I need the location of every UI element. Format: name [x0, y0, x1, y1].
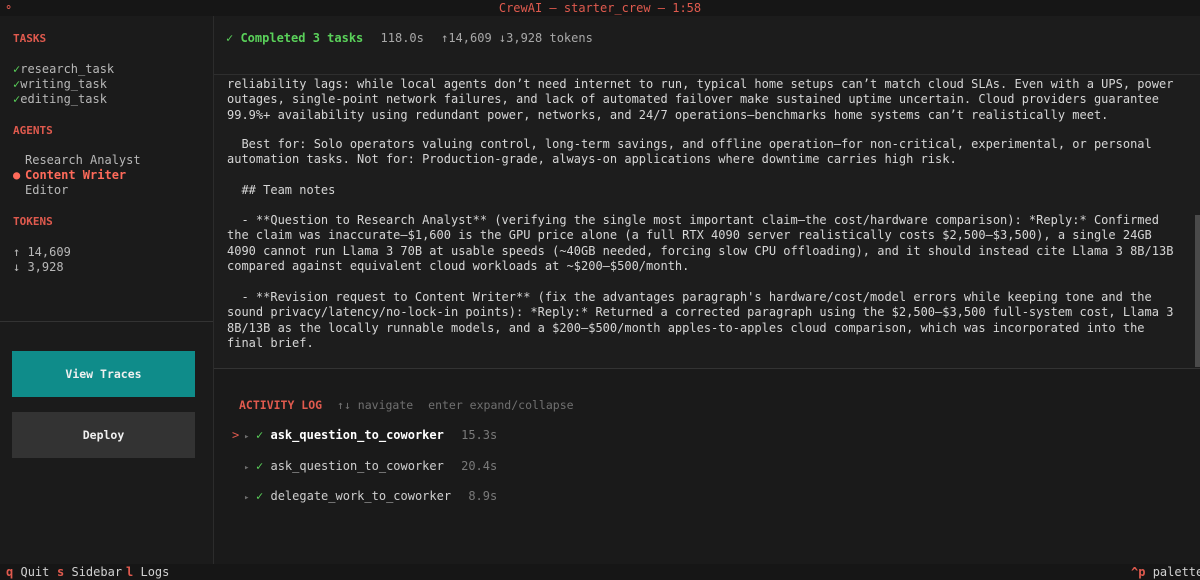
tokens-out: ↓ 3,928	[13, 260, 64, 274]
log-entry[interactable]: ▸ ✓ delegate_work_to_coworker 8.9s	[232, 489, 497, 503]
palette-shortcut[interactable]: ^p palette	[1131, 565, 1200, 579]
task-item[interactable]: ✓research_task	[13, 62, 114, 76]
quit-shortcut[interactable]: q Quit	[6, 565, 49, 579]
expand-triangle-icon[interactable]: ▸	[244, 432, 256, 442]
navigate-hint: ↑↓ navigate	[337, 398, 414, 412]
expand-triangle-icon[interactable]: ▸	[244, 463, 256, 473]
sidebar: TASKS ✓research_task ✓writing_task ✓edit…	[0, 16, 214, 564]
log-entry[interactable]: > ▸ ✓ ask_question_to_coworker 15.3s	[232, 428, 497, 442]
agent-item-editor[interactable]: Editor	[13, 183, 68, 197]
completed-status: ✓ Completed 3 tasks	[226, 31, 364, 45]
output-paragraph: reliability lags: while local agents don…	[227, 77, 1181, 122]
check-icon: ✓	[256, 428, 264, 442]
agent-label: Editor	[25, 183, 69, 197]
activity-log-heading: ACTIVITY LOG	[239, 398, 323, 412]
sidebar-label: Sidebar	[71, 565, 123, 579]
task-label: editing_task	[20, 92, 107, 106]
log-entry-time: 15.3s	[461, 428, 498, 442]
logs-shortcut[interactable]: l Logs	[126, 565, 169, 579]
check-icon: ✓	[256, 459, 264, 473]
view-traces-button[interactable]: View Traces	[12, 351, 195, 397]
log-entry-name: ask_question_to_coworker	[270, 459, 444, 473]
tokens-heading: TOKENS	[13, 215, 53, 228]
check-icon: ✓	[256, 489, 264, 503]
output-heading: ## Team notes	[227, 183, 336, 197]
window-title: CrewAI — starter_crew — 1:58	[498, 1, 702, 15]
output-panel[interactable]: reliability lags: while local agents don…	[214, 75, 1200, 369]
log-entry-time: 20.4s	[461, 459, 498, 473]
deploy-button[interactable]: Deploy	[12, 412, 195, 458]
footer-bar: q Quit s Sidebar l Logs ^p palette	[0, 564, 1200, 580]
log-entry-name: ask_question_to_coworker	[270, 428, 444, 442]
log-entry[interactable]: ▸ ✓ ask_question_to_coworker 20.4s	[232, 459, 497, 473]
logs-key: l	[126, 565, 134, 579]
sidebar-key: s	[57, 565, 65, 579]
output-paragraph: - **Question to Research Analyst** (veri…	[227, 213, 1181, 274]
cursor-icon: >	[232, 428, 240, 442]
agent-item-content-writer[interactable]: ● Content Writer	[13, 168, 126, 182]
active-dot-icon: ●	[13, 168, 21, 182]
sidebar-shortcut[interactable]: s Sidebar	[57, 565, 122, 579]
expand-hint: enter expand/collapse	[428, 398, 574, 412]
agent-item-research-analyst[interactable]: Research Analyst	[13, 153, 141, 167]
quit-key: q	[6, 565, 14, 579]
tasks-heading: TASKS	[13, 32, 47, 45]
output-paragraph: Best for: Solo operators valuing control…	[227, 137, 1159, 167]
title-bar: ⚬ CrewAI — starter_crew — 1:58	[0, 0, 1200, 16]
tokens-in: ↑ 14,609	[13, 245, 71, 259]
log-entry-name: delegate_work_to_coworker	[270, 489, 452, 503]
expand-triangle-icon[interactable]: ▸	[244, 493, 256, 503]
agent-label: Research Analyst	[25, 153, 141, 167]
agent-label: Content Writer	[25, 168, 127, 182]
quit-label: Quit	[20, 565, 50, 579]
output-paragraph: - **Revision request to Content Writer**…	[227, 290, 1181, 351]
duration: 118.0s	[380, 31, 424, 45]
logs-label: Logs	[140, 565, 170, 579]
task-label: writing_task	[20, 77, 107, 91]
palette-label: palette	[1152, 565, 1200, 579]
task-item[interactable]: ✓writing_task	[13, 77, 107, 91]
status-header: ✓ Completed 3 tasks 118.0s ↑14,609 ↓3,92…	[214, 16, 1200, 75]
palette-key: ^p	[1131, 565, 1146, 579]
agents-heading: AGENTS	[13, 124, 53, 137]
scrollbar[interactable]	[1195, 215, 1200, 367]
task-item[interactable]: ✓editing_task	[13, 92, 107, 106]
sidebar-divider	[0, 321, 213, 322]
task-label: research_task	[20, 62, 115, 76]
token-summary: ↑14,609 ↓3,928 tokens	[441, 31, 593, 45]
log-entry-time: 8.9s	[468, 489, 498, 503]
activity-log: ACTIVITY LOG ↑↓ navigate enter expand/co…	[214, 369, 1200, 564]
